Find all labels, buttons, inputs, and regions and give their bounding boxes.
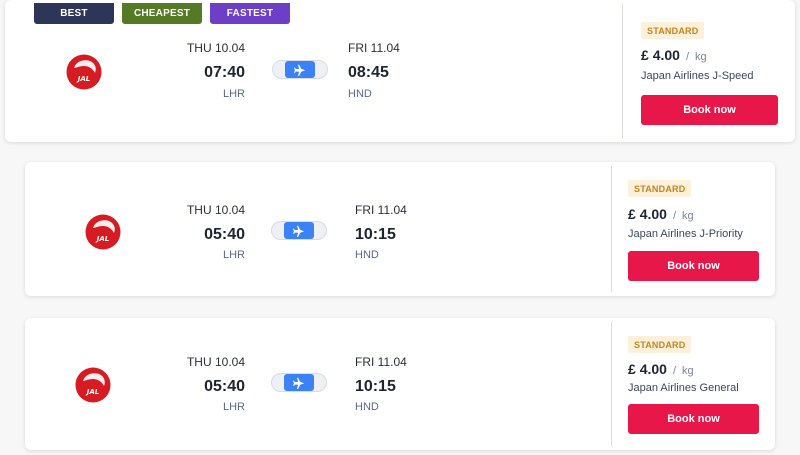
flight-path (271, 221, 327, 240)
departure-day: THU 10.04 (186, 203, 245, 217)
flight-results: BEST CHEAPEST FASTEST JAL THU 10.04 07:4… (0, 0, 800, 455)
arrival-day: FRI 11.04 (355, 355, 407, 369)
price-separator: / (672, 365, 676, 377)
departure-time: 05:40 (204, 378, 245, 395)
arrival-time: 10:15 (355, 226, 396, 243)
book-now-button[interactable]: Book now (628, 251, 759, 281)
book-now-button[interactable]: Book now (641, 95, 778, 125)
svg-text:JAL: JAL (95, 235, 109, 243)
fastest-tag[interactable]: FASTEST (210, 3, 290, 24)
arrival-airport: HND (355, 249, 379, 261)
departure-time: 05:40 (204, 226, 245, 243)
plane-icon-box (285, 61, 315, 78)
price-separator: / (685, 51, 689, 63)
price-unit: kg (682, 365, 694, 377)
jal-crane-logo-icon: JAL (85, 214, 121, 250)
fare-class-badge: STANDARD (628, 180, 692, 197)
flight-path (271, 373, 327, 392)
price-amount: 4.00 (639, 206, 667, 222)
service-name: Japan Airlines J-Speed (641, 70, 754, 82)
result-tags: BEST CHEAPEST FASTEST (34, 3, 290, 24)
price-separator: / (672, 210, 676, 222)
departure-airport: LHR (222, 249, 245, 261)
price-amount: 4.00 (639, 361, 667, 377)
plane-icon (293, 225, 305, 237)
fare-class-badge: STANDARD (641, 22, 705, 39)
card-divider (611, 166, 612, 292)
price: £ 4.00 / kg (628, 206, 694, 222)
price-currency: £ (628, 361, 636, 377)
price-unit: kg (695, 51, 707, 63)
service-name: Japan Airlines General (628, 382, 739, 394)
price: £ 4.00 / kg (641, 47, 707, 63)
arrival-time: 10:15 (355, 378, 396, 395)
card-divider (622, 4, 623, 138)
plane-icon-box (284, 222, 314, 239)
arrival-day: FRI 11.04 (348, 41, 400, 55)
flight-card: JAL THU 10.04 05:40 LHR FRI 11.04 10:15 … (25, 318, 775, 450)
plane-icon-box (284, 374, 314, 391)
flight-card: JAL THU 10.04 05:40 LHR FRI 11.04 10:15 … (25, 162, 775, 296)
departure-airport: LHR (222, 88, 245, 100)
jal-crane-logo-icon: JAL (75, 367, 111, 403)
departure-airport: LHR (222, 401, 245, 413)
svg-text:JAL: JAL (85, 388, 99, 396)
best-tag[interactable]: BEST (34, 3, 114, 24)
arrival-airport: HND (348, 88, 372, 100)
service-name: Japan Airlines J-Priority (628, 228, 743, 240)
arrival-airport: HND (355, 401, 379, 413)
price-currency: £ (628, 206, 636, 222)
svg-text:JAL: JAL (76, 75, 90, 83)
plane-icon (293, 377, 305, 389)
card-divider (611, 322, 612, 446)
jal-crane-logo-icon: JAL (66, 54, 102, 90)
price-currency: £ (641, 47, 649, 63)
price-amount: 4.00 (652, 47, 680, 63)
departure-day: THU 10.04 (186, 355, 245, 369)
departure-day: THU 10.04 (186, 41, 245, 55)
departure-time: 07:40 (204, 64, 245, 81)
price: £ 4.00 / kg (628, 361, 694, 377)
arrival-day: FRI 11.04 (355, 203, 407, 217)
arrival-time: 08:45 (348, 64, 389, 81)
plane-icon (294, 64, 306, 76)
book-now-button[interactable]: Book now (628, 404, 759, 434)
cheapest-tag[interactable]: CHEAPEST (122, 3, 202, 24)
flight-path (272, 60, 328, 79)
price-unit: kg (682, 210, 694, 222)
fare-class-badge: STANDARD (628, 336, 692, 353)
